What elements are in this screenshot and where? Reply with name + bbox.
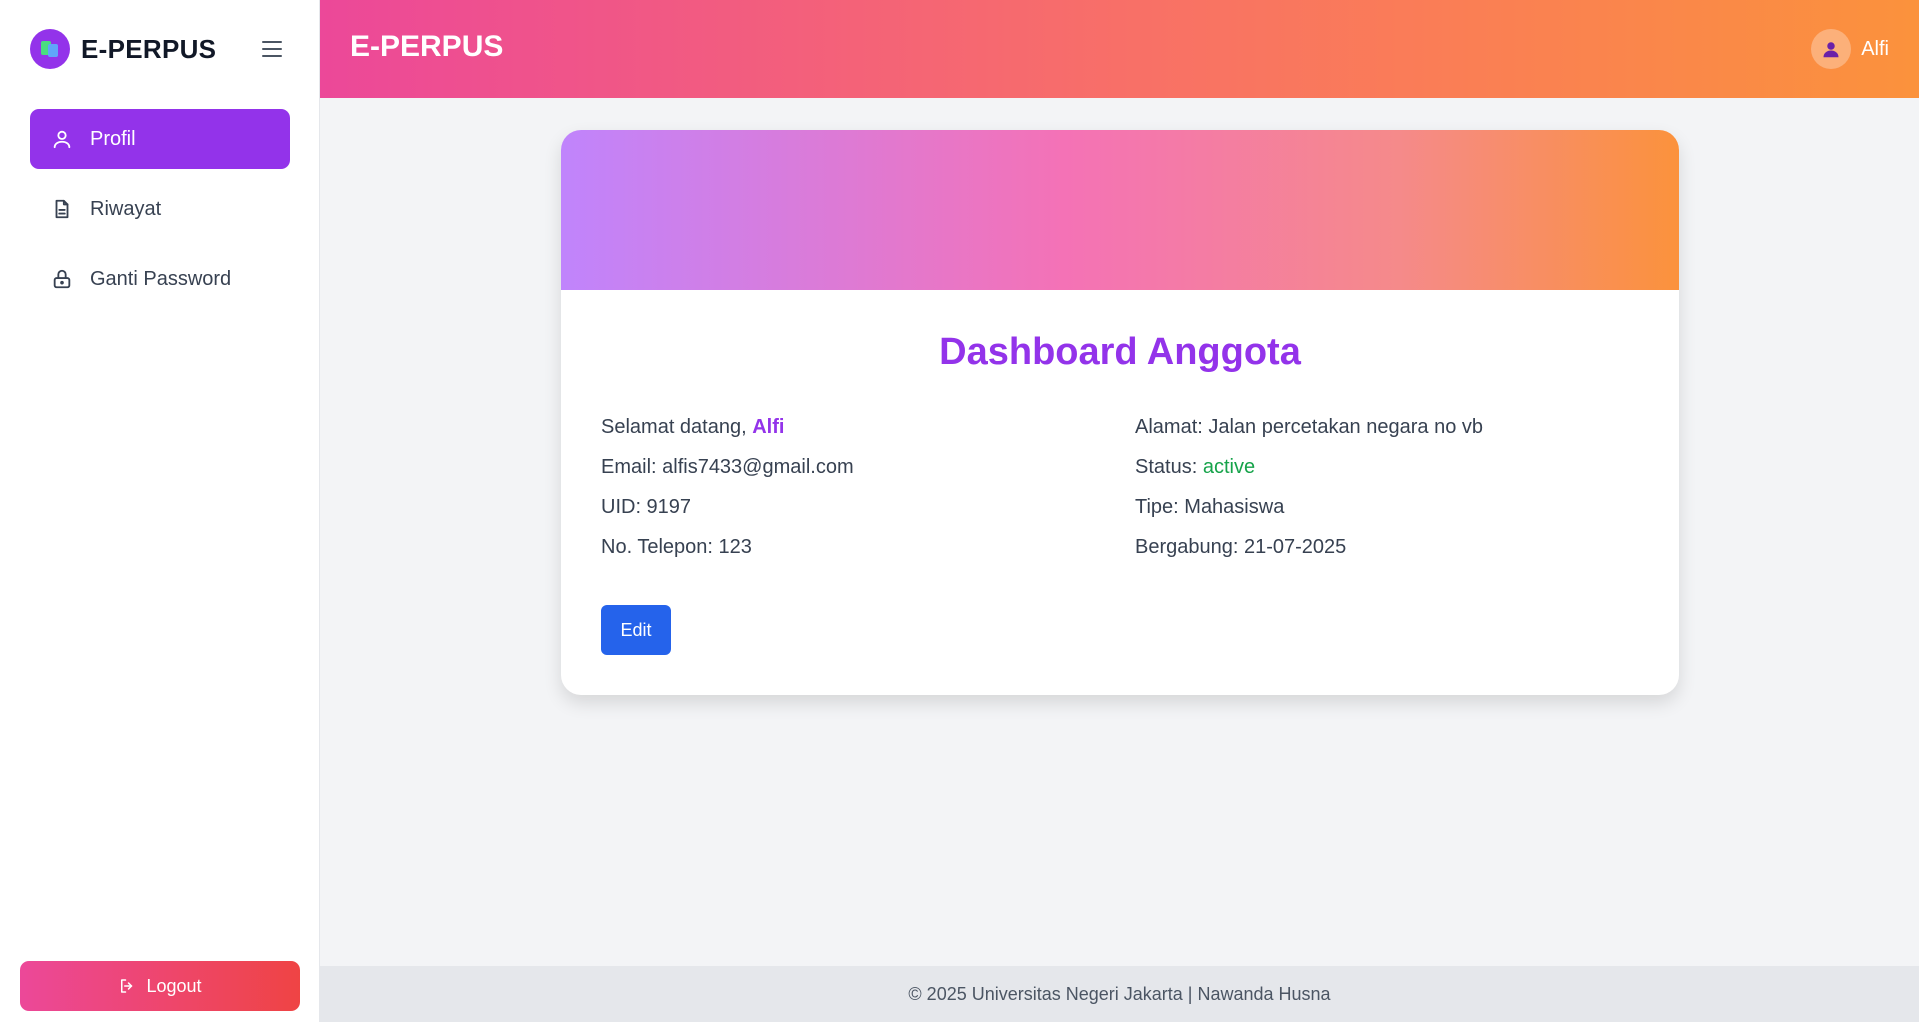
phone-field: No. Telepon: 123 bbox=[601, 536, 752, 558]
profile-card: Dashboard Anggota Selamat datang, Alfi A… bbox=[561, 130, 1679, 695]
sidebar-item-ganti-password[interactable]: Ganti Password bbox=[30, 249, 290, 309]
page-title: Dashboard Anggota bbox=[939, 331, 1301, 373]
user-avatar-icon bbox=[1823, 42, 1839, 58]
user-menu[interactable]: Alfi bbox=[1811, 29, 1889, 69]
address-field: Alamat: Jalan percetakan negara no vb bbox=[1135, 416, 1483, 438]
status-badge: active bbox=[1202, 456, 1256, 478]
user-icon bbox=[50, 127, 74, 151]
logout-button[interactable]: Logout bbox=[20, 961, 300, 1011]
footer: © 2025 Universitas Negeri Jakarta | Nawa… bbox=[320, 966, 1919, 1022]
profile-info: Selamat datang, Alfi Alamat: Jalan perce… bbox=[601, 415, 1641, 559]
type-field: Tipe: Mahasiswa bbox=[1135, 496, 1285, 518]
logout-label: Logout bbox=[146, 975, 202, 996]
logout-icon bbox=[121, 979, 133, 993]
sidebar-item-label: Profil bbox=[90, 127, 136, 150]
brand[interactable]: E-PERPUS bbox=[30, 29, 216, 69]
lock-icon bbox=[50, 267, 74, 291]
greeting-prefix: Selamat datang, bbox=[601, 416, 747, 438]
top-header: E-PERPUS Alfi bbox=[320, 0, 1919, 98]
joined-field: Bergabung: 21-07-2025 bbox=[1135, 536, 1347, 558]
email-field: Email: alfis7433@gmail.com bbox=[601, 456, 854, 478]
user-name: Alfi bbox=[1861, 37, 1889, 60]
sidebar-item-profil[interactable]: Profil bbox=[30, 109, 290, 169]
sidebar-item-label: Ganti Password bbox=[90, 267, 232, 290]
sidebar-nav: Profil Riwayat Ganti Password bbox=[30, 109, 290, 319]
greeting-name: Alfi bbox=[752, 416, 785, 438]
edit-button[interactable]: Edit bbox=[601, 605, 671, 655]
brand-logo-icon bbox=[30, 29, 70, 69]
card-banner bbox=[561, 130, 1679, 290]
header-title: E-PERPUS bbox=[350, 30, 504, 63]
brand-name: E-PERPUS bbox=[81, 33, 217, 64]
menu-toggle-icon[interactable] bbox=[258, 36, 286, 62]
status-label: Status: bbox=[1135, 456, 1198, 478]
document-icon bbox=[50, 197, 74, 221]
sidebar: E-PERPUS Profil Riwayat Ganti Password L… bbox=[0, 0, 320, 1022]
avatar bbox=[1811, 29, 1852, 69]
footer-text: © 2025 Universitas Negeri Jakarta | Nawa… bbox=[908, 983, 1331, 1004]
sidebar-item-riwayat[interactable]: Riwayat bbox=[30, 179, 290, 239]
uid-field: UID: 9197 bbox=[601, 496, 692, 518]
sidebar-item-label: Riwayat bbox=[90, 197, 162, 220]
status-field: Status: active bbox=[1135, 455, 1635, 479]
greeting: Selamat datang, Alfi bbox=[601, 415, 1135, 439]
